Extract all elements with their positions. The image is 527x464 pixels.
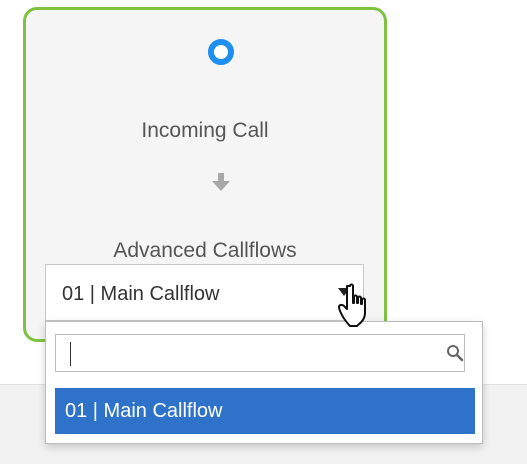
search-icon (447, 345, 464, 362)
trigger-label: Incoming Call (141, 119, 269, 142)
arrow-down-icon (212, 173, 230, 191)
text-cursor (70, 342, 71, 366)
dropdown-selected-value: 01 | Main Callflow (62, 283, 220, 305)
dropdown-search-input[interactable] (55, 334, 465, 372)
dropdown-option-label: 01 | Main Callflow (65, 400, 223, 422)
hand-pointer-icon (338, 283, 366, 327)
action-label: Advanced Callflows (113, 239, 297, 262)
callflow-dropdown[interactable]: 01 | Main Callflow (45, 264, 364, 321)
dropdown-option-main-callflow[interactable]: 01 | Main Callflow (55, 388, 475, 434)
start-node-icon (208, 39, 234, 65)
dropdown-menu: 01 | Main Callflow (45, 321, 483, 444)
